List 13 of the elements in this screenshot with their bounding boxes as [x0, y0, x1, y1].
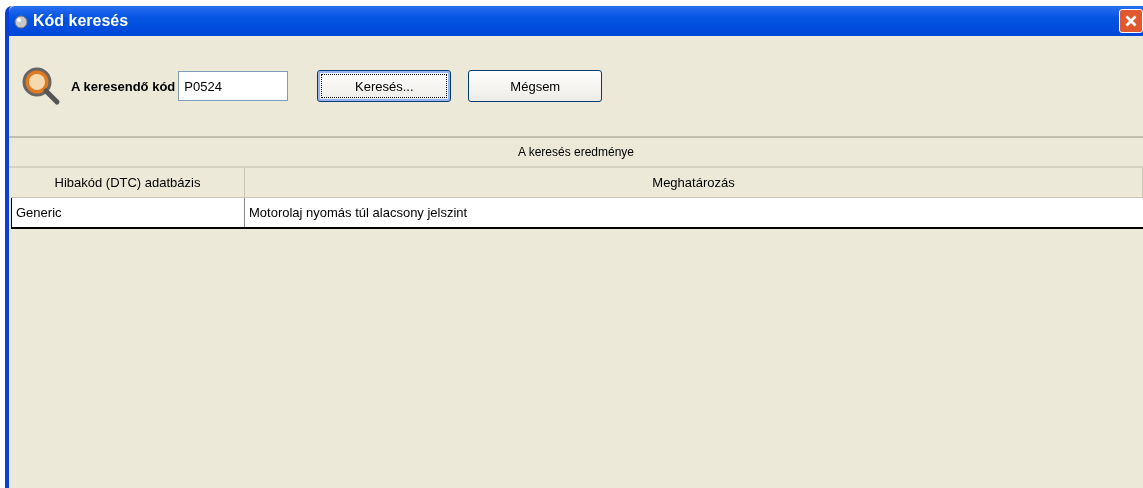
close-button[interactable]: [1119, 9, 1143, 33]
search-label: A keresendő kód: [71, 78, 176, 94]
column-header[interactable]: Hibakód (DTC) adatbázis: [11, 168, 245, 197]
search-icon: [21, 66, 61, 106]
dialog-button[interactable]: Mégsem: [468, 70, 603, 102]
code-input-field[interactable]: P0524: [178, 71, 289, 101]
results-title: A keresés eredménye: [9, 138, 1143, 168]
dialog-button[interactable]: Keresés...: [317, 70, 452, 102]
table-cell-text: Motorolaj nyomás túl alacsony jelszint: [248, 204, 469, 222]
table-cell: Generic: [12, 198, 245, 227]
column-header[interactable]: Meghatározás: [245, 168, 1143, 197]
app-icon: [13, 13, 29, 29]
window-title: Kód keresés: [33, 12, 129, 30]
